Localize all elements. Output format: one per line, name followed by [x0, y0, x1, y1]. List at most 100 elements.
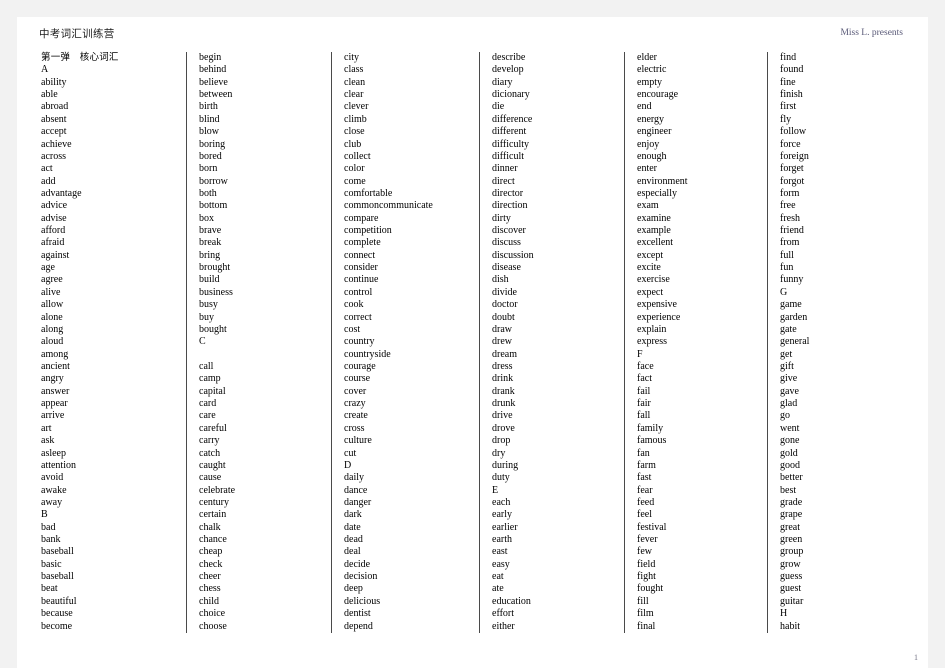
vocabulary-word: advantage — [41, 187, 82, 199]
vocabulary-word: C — [199, 336, 206, 348]
vocabulary-word: fill — [637, 595, 649, 607]
vocabulary-word: alone — [41, 311, 63, 323]
vocabulary-word: final — [637, 620, 656, 632]
vocabulary-word: encourage — [637, 89, 679, 101]
vocabulary-word: bad — [41, 521, 56, 533]
vocabulary-word: discover — [492, 225, 526, 237]
vocabulary-word: clear — [344, 89, 364, 101]
vocabulary-word: fair — [637, 398, 651, 410]
vocabulary-word: free — [780, 200, 796, 212]
vocabulary-word: gold — [780, 447, 798, 459]
vocabulary-word: bring — [199, 249, 221, 261]
vocabulary-word: cause — [199, 472, 222, 484]
word-spacer — [199, 349, 327, 361]
vocabulary-word: field — [637, 558, 656, 570]
vocabulary-word: ask — [41, 435, 55, 447]
vocabulary-word: dress — [492, 360, 513, 372]
vocabulary-word: across — [41, 150, 66, 162]
vocabulary-word: draw — [492, 323, 512, 335]
vocabulary-word: effort — [492, 608, 515, 620]
vocabulary-word: course — [344, 373, 371, 385]
vocabulary-word: different — [492, 126, 527, 138]
vocabulary-word: describe — [492, 52, 526, 63]
vocabulary-word: direction — [492, 200, 528, 212]
vocabulary-word: green — [780, 534, 803, 546]
vocabulary-word: capital — [199, 385, 226, 397]
vocabulary-word: from — [780, 237, 800, 249]
vocabulary-word: fight — [637, 571, 656, 583]
vocabulary-word: choice — [199, 608, 226, 620]
vocabulary-word: either — [492, 620, 515, 632]
vocabulary-word: achieve — [41, 138, 72, 150]
vocabulary-column-2: begin behind believe between birth blind blow b… — [186, 52, 331, 633]
vocabulary-word: call — [199, 360, 214, 372]
vocabulary-word: fly — [780, 113, 792, 125]
vocabulary-word: excellent — [637, 237, 674, 249]
section-heading: 第一弹 核心词汇 — [41, 52, 119, 63]
vocabulary-word: create — [344, 410, 368, 422]
vocabulary-word: force — [780, 138, 801, 150]
vocabulary-word: education — [492, 595, 531, 607]
vocabulary-word: certain — [199, 509, 227, 521]
vocabulary-word: competition — [344, 225, 392, 237]
vocabulary-word: believe — [199, 76, 228, 88]
vocabulary-word: asleep — [41, 447, 66, 459]
vocabulary-word: break — [199, 237, 222, 249]
vocabulary-word: dream — [492, 348, 517, 360]
vocabulary-word: best — [780, 484, 797, 496]
vocabulary-word: become — [41, 620, 73, 632]
vocabulary-word: dead — [344, 534, 363, 546]
vocabulary-word: fan — [637, 447, 650, 459]
vocabulary-word: give — [780, 373, 798, 385]
vocabulary-word: difficulty — [492, 138, 530, 150]
vocabulary-word: blind — [199, 113, 220, 125]
vocabulary-word: empty — [637, 76, 662, 88]
vocabulary-word: friend — [780, 225, 804, 237]
vocabulary-word: continue — [344, 274, 379, 286]
vocabulary-word: find — [780, 52, 797, 63]
vocabulary-word: delicious — [344, 595, 381, 607]
vocabulary-word: A — [41, 64, 49, 76]
vocabulary-word: easy — [492, 558, 510, 570]
vocabulary-word: chess — [199, 583, 221, 595]
vocabulary-word: both — [199, 187, 217, 199]
vocabulary-word: baseball — [41, 571, 74, 583]
vocabulary-word: box — [199, 212, 214, 224]
vocabulary-word: allow — [41, 299, 64, 311]
vocabulary-word: during — [492, 459, 519, 471]
vocabulary-word: begin — [199, 52, 222, 63]
vocabulary-word: complete — [344, 237, 381, 249]
vocabulary-word: check — [199, 558, 223, 570]
vocabulary-word: enough — [637, 150, 667, 162]
vocabulary-word: enter — [637, 163, 657, 175]
vocabulary-word: appear — [41, 398, 68, 410]
vocabulary-word: correct — [344, 311, 372, 323]
vocabulary-word: card — [199, 398, 217, 410]
vocabulary-word: examine — [637, 212, 671, 224]
vocabulary-column-1: 第一弹 核心词汇 Aability able abroad absent accept ac… — [38, 52, 186, 633]
vocabulary-word: away — [41, 496, 63, 508]
vocabulary-word: accept — [41, 126, 67, 138]
vocabulary-word: F — [637, 348, 643, 360]
vocabulary-word: compare — [344, 212, 379, 224]
vocabulary-word: excite — [637, 262, 661, 274]
vocabulary-word: camp — [199, 373, 221, 385]
vocabulary-word: form — [780, 187, 800, 199]
vocabulary-word: divide — [492, 286, 517, 298]
vocabulary-word: color — [344, 163, 365, 175]
vocabulary-word: film — [637, 608, 654, 620]
vocabulary-word: electric — [637, 64, 667, 76]
vocabulary-word: angry — [41, 373, 64, 385]
vocabulary-word: die — [492, 101, 505, 113]
vocabulary-word: add — [41, 175, 56, 187]
vocabulary-word: dinner — [492, 163, 518, 175]
vocabulary-word: club — [344, 138, 362, 150]
vocabulary-word: beautiful — [41, 595, 77, 607]
vocabulary-word: ability — [41, 76, 67, 88]
vocabulary-word: brought — [199, 262, 231, 274]
vocabulary-word: catch — [199, 447, 221, 459]
vocabulary-word: early — [492, 509, 512, 521]
vocabulary-word: carry — [199, 435, 220, 447]
vocabulary-word: forget — [780, 163, 804, 175]
vocabulary-word: because — [41, 608, 73, 620]
